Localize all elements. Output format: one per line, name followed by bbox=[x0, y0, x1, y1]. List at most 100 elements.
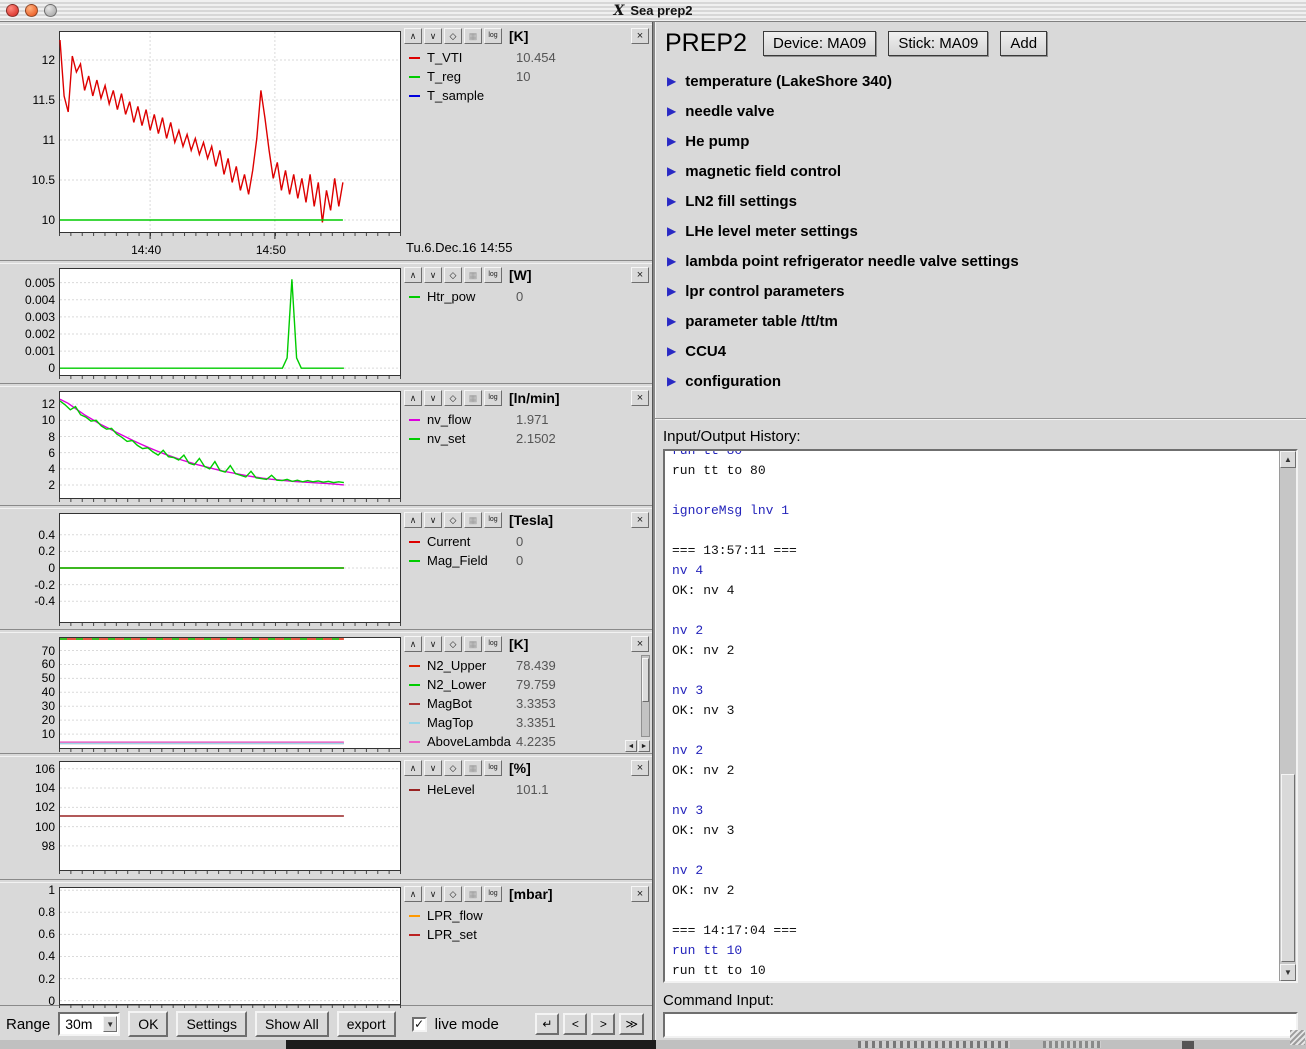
scroll-up-button[interactable]: ∧ bbox=[404, 390, 422, 406]
grid-button[interactable]: ▦ bbox=[464, 636, 482, 652]
autoscale-button[interactable]: ◇ bbox=[444, 886, 462, 902]
jump-latest-button[interactable]: ↵ bbox=[535, 1013, 559, 1035]
legend-item[interactable]: nv_flow1.971 bbox=[404, 410, 649, 429]
chart-plot-3[interactable] bbox=[59, 391, 401, 506]
ok-button[interactable]: OK bbox=[128, 1011, 168, 1037]
scroll-up-button[interactable]: ∧ bbox=[404, 512, 422, 528]
stick-button[interactable]: Stick: MA09 bbox=[888, 31, 988, 56]
grid-button[interactable]: ▦ bbox=[464, 760, 482, 776]
log-scale-button[interactable]: log bbox=[484, 28, 502, 44]
legend-item[interactable]: T_reg10 bbox=[404, 67, 649, 86]
legend-item[interactable]: N2_Lower79.759 bbox=[404, 675, 649, 694]
window-titlebar[interactable]: X Sea prep2 bbox=[0, 0, 1306, 22]
jump-end-button[interactable]: ≫ bbox=[619, 1013, 644, 1035]
scroll-down-button[interactable]: ∨ bbox=[424, 267, 442, 283]
grid-button[interactable]: ▦ bbox=[464, 267, 482, 283]
tree-item-magnetic-field-control[interactable]: ▶magnetic field control bbox=[655, 156, 1306, 186]
chart-plot-7[interactable] bbox=[59, 887, 401, 1012]
autoscale-button[interactable]: ◇ bbox=[444, 390, 462, 406]
device-button[interactable]: Device: MA09 bbox=[763, 31, 876, 56]
log-scale-button[interactable]: log bbox=[484, 886, 502, 902]
autoscale-button[interactable]: ◇ bbox=[444, 512, 462, 528]
legend-scrollbar[interactable] bbox=[641, 655, 650, 737]
legend-scroll-right-button[interactable]: ► bbox=[638, 740, 650, 752]
tree-item-configuration[interactable]: ▶configuration bbox=[655, 366, 1306, 396]
tree-item-he-pump[interactable]: ▶He pump bbox=[655, 126, 1306, 156]
scroll-down-button[interactable]: ∨ bbox=[424, 886, 442, 902]
chart-close-button[interactable]: × bbox=[631, 512, 649, 528]
legend-item[interactable]: HeLevel101.1 bbox=[404, 780, 649, 799]
log-scale-button[interactable]: log bbox=[484, 760, 502, 776]
live-mode-checkbox[interactable]: ✓ bbox=[412, 1017, 427, 1032]
chart-plot-5[interactable] bbox=[59, 637, 401, 756]
chart-plot-2[interactable] bbox=[59, 268, 401, 383]
window-close-button[interactable] bbox=[6, 4, 19, 17]
chart-plot-6[interactable] bbox=[59, 761, 401, 878]
tree-item-lambda-point-refrigerator-needle-valve-s[interactable]: ▶lambda point refrigerator needle valve … bbox=[655, 246, 1306, 276]
io-history-box[interactable]: run tt 80run tt to 80 ignoreMsg lnv 1 ==… bbox=[663, 449, 1298, 983]
legend-item[interactable]: nv_set2.1502 bbox=[404, 429, 649, 448]
legend-item[interactable]: LPR_set bbox=[404, 925, 649, 944]
scroll-up-button[interactable]: ∧ bbox=[404, 267, 422, 283]
tree-item-lhe-level-meter-settings[interactable]: ▶LHe level meter settings bbox=[655, 216, 1306, 246]
scroll-down-button[interactable]: ∨ bbox=[424, 512, 442, 528]
chart-close-button[interactable]: × bbox=[631, 760, 649, 776]
command-input[interactable] bbox=[663, 1012, 1298, 1038]
chart-plot-4[interactable] bbox=[59, 513, 401, 630]
grid-button[interactable]: ▦ bbox=[464, 28, 482, 44]
window-zoom-button[interactable] bbox=[44, 4, 57, 17]
chart-close-button[interactable]: × bbox=[631, 390, 649, 406]
legend-item[interactable]: Htr_pow0 bbox=[404, 287, 649, 306]
scroll-down-button[interactable]: ∨ bbox=[424, 636, 442, 652]
legend-item[interactable]: AboveLambda4.2235 bbox=[404, 732, 649, 751]
step-back-button[interactable]: < bbox=[563, 1013, 587, 1035]
window-minimize-button[interactable] bbox=[25, 4, 38, 17]
scrollbar-thumb[interactable] bbox=[1281, 774, 1295, 962]
legend-scroll-left-button[interactable]: ◄ bbox=[625, 740, 637, 752]
chart-close-button[interactable]: × bbox=[631, 28, 649, 44]
scroll-down-button[interactable]: ∨ bbox=[424, 760, 442, 776]
autoscale-button[interactable]: ◇ bbox=[444, 267, 462, 283]
scroll-down-button[interactable]: ▼ bbox=[1280, 964, 1296, 981]
scroll-up-button[interactable]: ∧ bbox=[404, 636, 422, 652]
history-scrollbar[interactable]: ▲ ▼ bbox=[1279, 451, 1296, 981]
legend-item[interactable]: T_VTI10.454 bbox=[404, 48, 649, 67]
autoscale-button[interactable]: ◇ bbox=[444, 760, 462, 776]
log-scale-button[interactable]: log bbox=[484, 390, 502, 406]
settings-button[interactable]: Settings bbox=[176, 1011, 247, 1037]
scroll-up-button[interactable]: ▲ bbox=[1280, 451, 1296, 468]
step-forward-button[interactable]: > bbox=[591, 1013, 615, 1035]
range-select[interactable]: 30m ▼ bbox=[58, 1012, 120, 1036]
tree-item-parameter-table-tt-tm[interactable]: ▶parameter table /tt/tm bbox=[655, 306, 1306, 336]
tree-item-ln2-fill-settings[interactable]: ▶LN2 fill settings bbox=[655, 186, 1306, 216]
autoscale-button[interactable]: ◇ bbox=[444, 636, 462, 652]
chart-close-button[interactable]: × bbox=[631, 636, 649, 652]
legend-item[interactable]: LPR_flow bbox=[404, 906, 649, 925]
grid-button[interactable]: ▦ bbox=[464, 390, 482, 406]
grid-button[interactable]: ▦ bbox=[464, 886, 482, 902]
tree-item-lpr-control-parameters[interactable]: ▶lpr control parameters bbox=[655, 276, 1306, 306]
tree-item-needle-valve[interactable]: ▶needle valve bbox=[655, 96, 1306, 126]
show-all-button[interactable]: Show All bbox=[255, 1011, 329, 1037]
legend-item[interactable]: Current0 bbox=[404, 532, 649, 551]
scroll-up-button[interactable]: ∧ bbox=[404, 28, 422, 44]
log-scale-button[interactable]: log bbox=[484, 267, 502, 283]
export-button[interactable]: export bbox=[337, 1011, 396, 1037]
tree-item-ccu4[interactable]: ▶CCU4 bbox=[655, 336, 1306, 366]
chart-close-button[interactable]: × bbox=[631, 886, 649, 902]
log-scale-button[interactable]: log bbox=[484, 636, 502, 652]
legend-scrollbar-thumb[interactable] bbox=[642, 658, 649, 702]
legend-item[interactable]: MagBot3.3353 bbox=[404, 694, 649, 713]
chart-plot-1[interactable] bbox=[59, 31, 401, 240]
log-scale-button[interactable]: log bbox=[484, 512, 502, 528]
legend-item[interactable]: Mag_Field0 bbox=[404, 551, 649, 570]
legend-item[interactable]: N2_Upper78.439 bbox=[404, 656, 649, 675]
scroll-down-button[interactable]: ∨ bbox=[424, 390, 442, 406]
scroll-up-button[interactable]: ∧ bbox=[404, 886, 422, 902]
scroll-down-button[interactable]: ∨ bbox=[424, 28, 442, 44]
tree-item-temperature-lakeshore-340[interactable]: ▶temperature (LakeShore 340) bbox=[655, 66, 1306, 96]
autoscale-button[interactable]: ◇ bbox=[444, 28, 462, 44]
chart-close-button[interactable]: × bbox=[631, 267, 649, 283]
legend-item[interactable]: T_sample bbox=[404, 86, 649, 105]
add-button[interactable]: Add bbox=[1000, 31, 1047, 56]
